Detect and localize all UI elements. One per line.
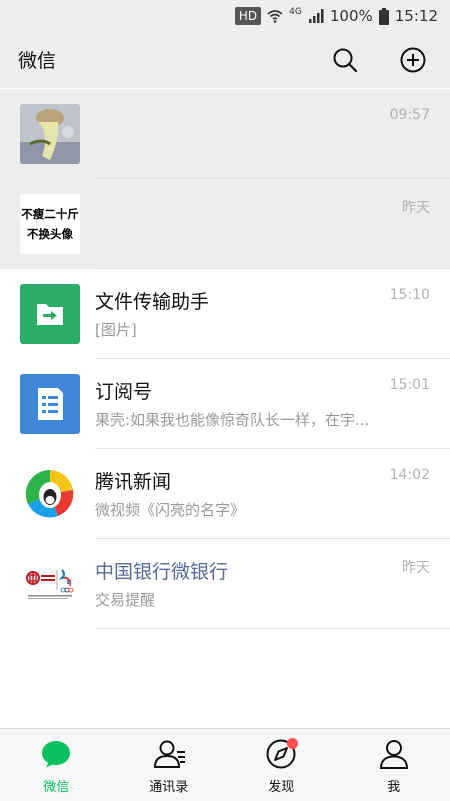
divider — [95, 628, 450, 629]
tab-contacts[interactable]: 通讯录 — [113, 729, 226, 801]
chat-time: 昨天 — [402, 197, 430, 217]
file-transfer-icon — [20, 284, 80, 344]
tab-discover[interactable]: 发现 — [225, 729, 338, 801]
chat-list: 09:57 不瘦二十斤 不换头像 昨天 文件传输助手 [图片] 15:10 — [0, 89, 450, 629]
tencent-news-logo — [20, 464, 80, 524]
chat-name: 腾讯新闻 — [95, 467, 171, 494]
bank-of-china-logo — [20, 554, 80, 614]
chat-preview: [图片] — [95, 319, 380, 340]
chat-bubble-icon — [40, 738, 72, 770]
status-bar: HD 4G 100% 15:12 — [0, 0, 450, 32]
subscription-icon — [20, 374, 80, 434]
chat-time: 09:57 — [390, 107, 430, 123]
contacts-icon — [153, 738, 187, 770]
text-poster-avatar: 不瘦二十斤 不换头像 — [20, 194, 80, 254]
tab-label: 通讯录 — [113, 776, 226, 795]
avatar-text-line: 不瘦二十斤 — [20, 204, 80, 224]
bottom-tab-bar: 微信 通讯录 发现 我 — [0, 728, 450, 801]
avatar-text-line: 不换头像 — [20, 224, 80, 244]
network-type: 4G — [289, 7, 302, 17]
chat-item[interactable]: 不瘦二十斤 不换头像 昨天 — [0, 179, 450, 269]
chat-time: 15:10 — [390, 287, 430, 303]
chat-item[interactable]: 文件传输助手 [图片] 15:10 — [0, 269, 450, 359]
tab-label: 我 — [338, 776, 450, 795]
chat-item[interactable]: 09:57 — [0, 89, 450, 179]
chat-name: 订阅号 — [95, 377, 152, 404]
person-icon — [378, 738, 410, 770]
wifi-icon — [267, 8, 283, 24]
chat-time: 14:02 — [390, 467, 430, 483]
photo-avatar — [20, 104, 80, 164]
chat-item[interactable]: 订阅号 果壳:如果我也能像惊奇队长一样，在宇... 15:01 — [0, 359, 450, 449]
plus-circle-icon[interactable] — [398, 45, 428, 75]
chat-preview: 果壳:如果我也能像惊奇队长一样，在宇... — [95, 409, 380, 430]
battery-icon — [379, 8, 389, 25]
clock: 15:12 — [395, 7, 438, 25]
chat-preview: 微视频《闪亮的名字》 — [95, 499, 380, 520]
status-indicators: HD 4G 100% 15:12 — [235, 5, 438, 27]
chat-name: 中国银行微银行 — [95, 557, 228, 584]
page-title: 微信 — [18, 46, 56, 73]
tab-label: 发现 — [225, 776, 338, 795]
battery-percent: 100% — [330, 7, 373, 25]
search-icon[interactable] — [330, 45, 360, 75]
hd-badge: HD — [235, 7, 261, 25]
top-header: 微信 — [0, 32, 450, 88]
chat-time: 15:01 — [390, 377, 430, 393]
notification-dot — [287, 738, 298, 749]
chat-item[interactable]: 中国银行微银行 交易提醒 昨天 — [0, 539, 450, 629]
signal-icon — [308, 8, 324, 24]
chat-time: 昨天 — [402, 557, 430, 577]
tab-chats[interactable]: 微信 — [0, 729, 113, 801]
tab-me[interactable]: 我 — [338, 729, 450, 801]
tab-label: 微信 — [0, 776, 113, 795]
chat-item[interactable]: 腾讯新闻 微视频《闪亮的名字》 14:02 — [0, 449, 450, 539]
chat-name: 文件传输助手 — [95, 287, 209, 314]
chat-preview: 交易提醒 — [95, 589, 380, 610]
